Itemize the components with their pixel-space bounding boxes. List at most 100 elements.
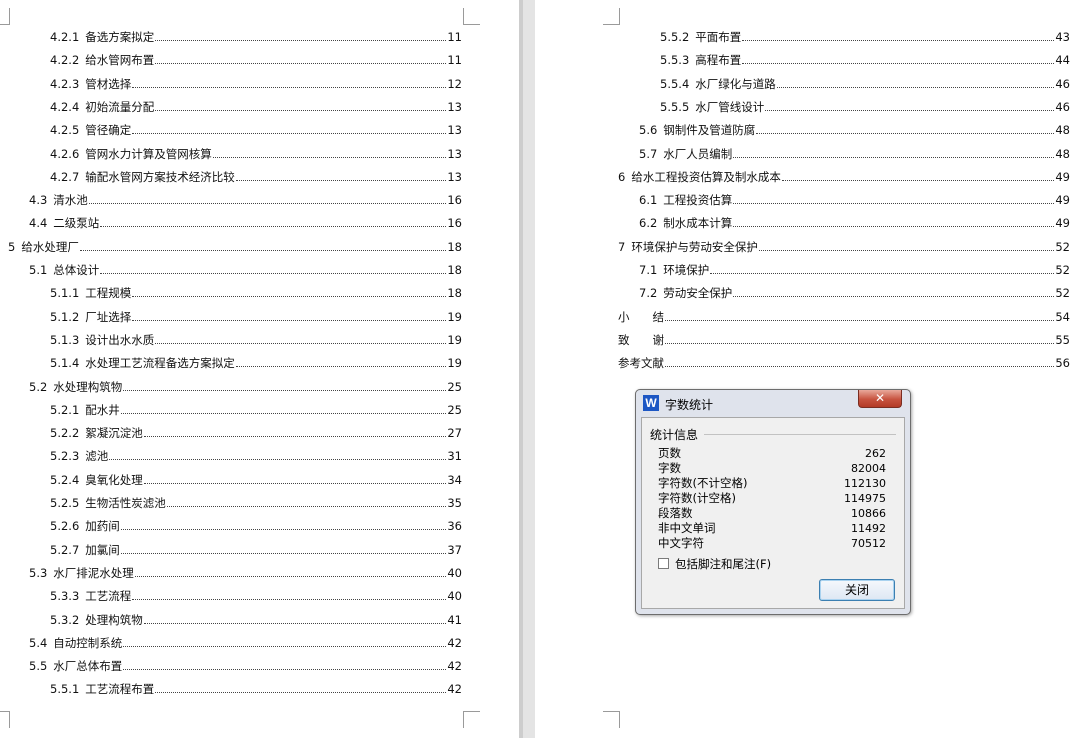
- stat-value-chinese-chars: 70512: [851, 537, 886, 550]
- toc-entry[interactable]: 5.2.1 配水井 25: [50, 402, 462, 418]
- toc-entry[interactable]: 5.5.1 工艺流程布置 42: [50, 681, 462, 697]
- toc-entry[interactable]: 5.5.5 水厂管线设计 46: [660, 99, 1070, 115]
- toc-page-number: 49: [1055, 216, 1070, 230]
- toc-entry[interactable]: 5.4 自动控制系统 42: [29, 635, 462, 651]
- toc-page-number: 52: [1055, 240, 1070, 254]
- toc-entry[interactable]: 4.3 清水池 16: [29, 192, 462, 208]
- toc-entry[interactable]: 4.2.2 给水管网布置 11: [50, 52, 462, 68]
- toc-section-number: 4.2.6: [50, 147, 80, 161]
- toc-entry[interactable]: 6.1 工程投资估算 49: [639, 192, 1070, 208]
- toc-entry[interactable]: 6 给水工程投资估算及制水成本 49: [618, 169, 1070, 185]
- toc-dot-leader: [765, 110, 1055, 111]
- toc-entry[interactable]: 5.5.4 水厂绿化与道路 46: [660, 76, 1070, 92]
- toc-page-number: 40: [447, 566, 462, 580]
- stat-value-chars-no-spaces: 112130: [844, 477, 886, 490]
- include-footnotes-label[interactable]: 包括脚注和尾注(F): [675, 556, 771, 572]
- toc-section-title: 自动控制系统: [53, 636, 123, 650]
- toc-entry[interactable]: 4.4 二级泵站 16: [29, 215, 462, 231]
- toc-section-title: 水厂人员编制: [663, 147, 733, 161]
- toc-entry[interactable]: 5.1 总体设计 18: [29, 262, 462, 278]
- toc-dot-leader: [143, 623, 447, 624]
- toc-entry[interactable]: 5.1.1 工程规模 18: [50, 285, 462, 301]
- close-button[interactable]: 关闭: [819, 579, 895, 601]
- toc-entry[interactable]: 5.3 水厂排泥水处理 40: [29, 565, 462, 581]
- document-page-right[interactable]: 5.5.2 平面布置 43 5.5.3 高程布置 44 5.5.4 水厂绿化与道路 46 5.5.…: [535, 0, 1077, 738]
- toc-page-number: 46: [1055, 100, 1070, 114]
- toc-entry[interactable]: 7.2 劳动安全保护 52: [639, 285, 1070, 301]
- toc-entry[interactable]: 5.1.3 设计出水水质 19: [50, 332, 462, 348]
- toc-section-title: 水厂管线设计: [695, 100, 765, 114]
- toc-entry[interactable]: 5.7 水厂人员编制 48: [639, 146, 1070, 162]
- dialog-titlebar[interactable]: W 字数统计 ✕: [636, 390, 910, 416]
- toc-section-number: 4.2.2: [50, 53, 80, 67]
- stat-label-chinese-chars: 中文字符: [658, 536, 704, 550]
- toc-entry[interactable]: 5.6 钢制件及管道防腐 48: [639, 122, 1070, 138]
- toc-section-number: 5.5.2: [660, 30, 690, 44]
- dialog-title: 字数统计: [665, 398, 714, 412]
- toc-dot-leader: [742, 63, 1055, 64]
- include-footnotes-checkbox[interactable]: [658, 558, 669, 569]
- stat-value-non-chinese-words: 11492: [851, 522, 886, 535]
- toc-entry[interactable]: 5.5.3 高程布置 44: [660, 52, 1070, 68]
- close-icon[interactable]: ✕: [858, 390, 902, 408]
- toc-entry[interactable]: 5.3.2 处理构筑物 41: [50, 612, 462, 628]
- toc-entry[interactable]: 4.2.4 初始流量分配 13: [50, 99, 462, 115]
- toc-section-title: 备选方案拟定: [85, 30, 155, 44]
- toc-entry[interactable]: 5.5.2 平面布置 43: [660, 29, 1070, 45]
- toc-page-number: 13: [447, 100, 462, 114]
- toc-page-number: 42: [447, 636, 462, 650]
- toc-dot-leader: [733, 157, 1055, 158]
- toc-entry[interactable]: 7 环境保护与劳动安全保护 52: [618, 239, 1070, 255]
- toc-dot-leader: [143, 436, 447, 437]
- toc-entry[interactable]: 4.2.6 管网水力计算及管网核算 13: [50, 146, 462, 162]
- toc-entry[interactable]: 5.2.7 加氯间 37: [50, 542, 462, 558]
- toc-entry[interactable]: 5 给水处理厂 18: [8, 239, 462, 255]
- toc-section-number: 7: [618, 240, 626, 254]
- toc-page-number: 55: [1055, 333, 1070, 347]
- toc-entry[interactable]: 5.2.3 滤池 31: [50, 448, 462, 464]
- toc-entry[interactable]: 4.2.3 管材选择 12: [50, 76, 462, 92]
- toc-page-number: 41: [447, 613, 462, 627]
- toc-page-number: 49: [1055, 193, 1070, 207]
- toc-entry[interactable]: 4.2.5 管径确定 13: [50, 122, 462, 138]
- toc-dot-leader: [123, 646, 447, 647]
- toc-entry[interactable]: 4.2.1 备选方案拟定 11: [50, 29, 462, 45]
- page-corner-mark: [463, 711, 480, 728]
- toc-section-number: 5.2.3: [50, 449, 80, 463]
- toc-entry[interactable]: 4.2.7 输配水管网方案技术经济比较 13: [50, 169, 462, 185]
- toc-entry[interactable]: 5.2 水处理构筑物 25: [29, 379, 462, 395]
- toc-section-number: 4.2.7: [50, 170, 80, 184]
- toc-entry[interactable]: 5.1.4 水处理工艺流程备选方案拟定 19: [50, 355, 462, 371]
- toc-section-title: 工程投资估算: [663, 193, 733, 207]
- toc-entry[interactable]: 5.5 水厂总体布置 42: [29, 658, 462, 674]
- toc-section-number: 5.3.2: [50, 613, 80, 627]
- toc-entry[interactable]: 6.2 制水成本计算 49: [639, 215, 1070, 231]
- toc-entry[interactable]: 5.2.4 臭氧化处理 34: [50, 472, 462, 488]
- toc-entry[interactable]: 7.1 环境保护 52: [639, 262, 1070, 278]
- toc-section-title: 参考文献: [618, 356, 664, 370]
- toc-entry[interactable]: 5.2.6 加药间 36: [50, 518, 462, 534]
- toc-section-title: 水厂排泥水处理: [53, 566, 134, 580]
- toc-entry[interactable]: 5.2.2 絮凝沉淀池 27: [50, 425, 462, 441]
- toc-entry[interactable]: 5.3.3 工艺流程 40: [50, 588, 462, 604]
- toc-entry[interactable]: 5.2.5 生物活性炭滤池 35: [50, 495, 462, 511]
- toc-page-number: 52: [1055, 263, 1070, 277]
- toc-entry[interactable]: 小 结 54: [618, 309, 1070, 325]
- toc-section-title: 水厂总体布置: [53, 659, 123, 673]
- word-count-dialog[interactable]: W 字数统计 ✕ 统计信息 页数 262 字数 82004 字符数(不计空格) …: [635, 389, 911, 615]
- toc-dot-leader: [100, 273, 447, 274]
- toc-section-number: 5.1.4: [50, 356, 80, 370]
- toc-dot-leader: [88, 203, 447, 204]
- toc-section-number: 7.1: [639, 263, 658, 277]
- toc-section-title: 管材选择: [85, 77, 132, 91]
- toc-dot-leader: [123, 390, 447, 391]
- stat-value-pages: 262: [865, 447, 886, 460]
- toc-entry[interactable]: 参考文献 56: [618, 355, 1070, 371]
- toc-entry[interactable]: 致 谢 55: [618, 332, 1070, 348]
- toc-dot-leader: [132, 296, 447, 297]
- page-corner-mark: [0, 711, 10, 728]
- toc-entry[interactable]: 5.1.2 厂址选择 19: [50, 309, 462, 325]
- toc-page-number: 36: [447, 519, 462, 533]
- document-page-left[interactable]: 4.2.1 备选方案拟定 11 4.2.2 给水管网布置 11 4.2.3 管材选择 12 4.2…: [0, 0, 519, 738]
- toc-section-title: 管径确定: [85, 123, 132, 137]
